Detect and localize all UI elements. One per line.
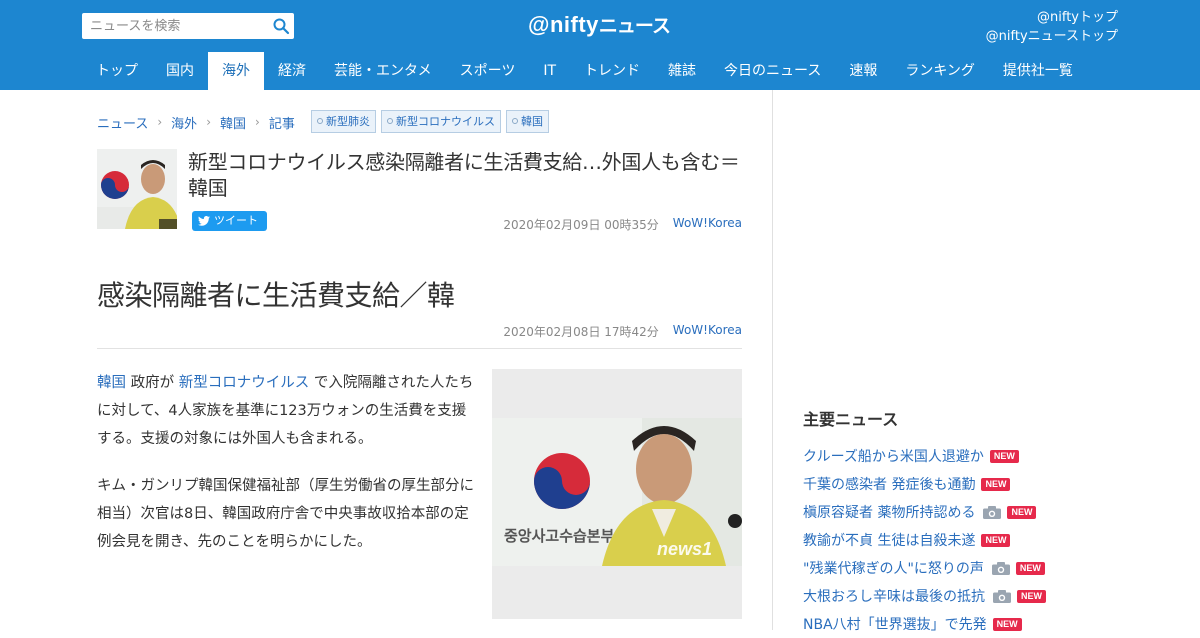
nifty-top-link[interactable]: @niftyトップ: [986, 8, 1118, 27]
news-item-title: NBA八村「世界選抜」で先発: [803, 617, 987, 633]
article-meta: 2020年02月09日 00時35分 WoW!Korea: [503, 216, 742, 233]
logo-kana: ニュース: [598, 15, 671, 37]
breadcrumb-news[interactable]: ニュース: [97, 113, 148, 132]
paragraph-2: キム・ガンリプ韓国保健福祉部（厚生労働省の厚生部分に相当）次官は8日、韓国政府庁…: [97, 478, 474, 550]
tab-ranking[interactable]: ランキング: [891, 52, 989, 90]
article-source[interactable]: WoW!Korea: [673, 216, 742, 233]
news-item-title: クルーズ船から米国人退避か: [803, 449, 984, 465]
twitter-bird-icon: [198, 216, 210, 226]
news-item-title: 大根おろし辛味は最後の抵抗: [803, 589, 985, 605]
korea-link[interactable]: 韓国: [97, 375, 126, 391]
top-links: @niftyトップ @niftyニューストップ: [986, 8, 1118, 46]
main-nav: トップ 国内 海外 経済 芸能・エンタメ スポーツ IT トレンド 雑誌 今日の…: [82, 52, 1087, 90]
headline-source[interactable]: WoW!Korea: [673, 323, 742, 340]
tab-top[interactable]: トップ: [82, 52, 152, 90]
camera-icon: [991, 561, 1010, 575]
divider: [97, 348, 742, 349]
sidebar-heading: 主要ニュース: [803, 410, 899, 429]
news-item-title: 千葉の感染者 発症後も通勤: [803, 477, 976, 493]
news-item-title: "残業代稼ぎの人"に怒りの声: [803, 561, 984, 577]
logo-at: @nifty: [528, 12, 599, 37]
headline-meta: 2020年02月08日 17時42分 WoW!Korea: [503, 323, 742, 340]
tag-coronavirus[interactable]: 新型コロナウイルス: [381, 110, 501, 133]
chevron-right-icon: ›: [206, 115, 211, 129]
search-input[interactable]: [82, 13, 268, 39]
thumbnail-image: [97, 149, 177, 229]
article-thumbnail[interactable]: [97, 149, 177, 229]
tag-label: 新型肺炎: [326, 115, 370, 128]
new-badge: NEW: [1015, 561, 1045, 575]
news-item[interactable]: クルーズ船から米国人退避か NEW: [803, 442, 1123, 470]
news-item[interactable]: 千葉の感染者 発症後も通勤 NEW: [803, 470, 1123, 498]
tag-list: 新型肺炎 新型コロナウイルス 韓国: [311, 110, 554, 133]
coronavirus-link[interactable]: 新型コロナウイルス: [179, 375, 310, 391]
tag-dot-icon: [317, 118, 323, 124]
site-header: @niftyニュース @niftyトップ @niftyニューストップ トップ 国…: [0, 0, 1200, 90]
news-item-title: 槇原容疑者 薬物所持認める: [803, 505, 976, 521]
column-divider: [772, 90, 773, 630]
tab-overseas[interactable]: 海外: [208, 52, 264, 90]
news-item[interactable]: 大根おろし辛味は最後の抵抗 NEW: [803, 582, 1123, 610]
chevron-right-icon: ›: [157, 115, 163, 129]
article-title[interactable]: 新型コロナウイルス感染隔離者に生活費支給…外国人も含む＝韓国: [188, 149, 743, 201]
tag-new-pneumonia[interactable]: 新型肺炎: [311, 110, 376, 133]
headline-date: 2020年02月08日 17時42分: [503, 325, 659, 339]
new-badge: NEW: [1017, 589, 1046, 603]
paragraph-1: 韓国 政府が 新型コロナウイルス で入院隔離された人たちに対して、4人家族を基準…: [97, 369, 477, 453]
tab-breaking[interactable]: 速報: [835, 52, 891, 90]
nifty-news-top-link[interactable]: @niftyニューストップ: [986, 27, 1118, 46]
article-main: ニュース › 海外 › 韓国 › 記事 新型肺炎 新型コロナウイルス 韓国 新型…: [97, 90, 742, 630]
tab-entertainment[interactable]: 芸能・エンタメ: [320, 52, 446, 90]
tab-magazine[interactable]: 雑誌: [654, 52, 710, 90]
tab-providers[interactable]: 提供社一覧: [989, 52, 1087, 90]
new-badge: NEW: [992, 617, 1022, 631]
photo-image: 중앙사고수습본부 news1: [492, 369, 742, 619]
photo-watermark: news1: [657, 539, 712, 559]
tweet-label: ツイート: [214, 214, 258, 227]
tab-it[interactable]: IT: [529, 52, 570, 90]
breadcrumb-korea[interactable]: 韓国: [220, 113, 246, 132]
chevron-right-icon: ›: [255, 115, 260, 129]
photo-sign-text: 중앙사고수습본부: [504, 527, 615, 545]
site-logo[interactable]: @niftyニュース: [528, 11, 671, 41]
news-item[interactable]: "残業代稼ぎの人"に怒りの声 NEW: [803, 554, 1123, 582]
article-date: 2020年02月09日 00時35分: [503, 218, 659, 232]
tag-dot-icon: [512, 118, 518, 124]
tweet-button[interactable]: ツイート: [192, 211, 267, 231]
tab-economy[interactable]: 経済: [264, 52, 320, 90]
search-icon[interactable]: [272, 17, 290, 35]
camera-icon: [983, 505, 1002, 519]
article-headline: 感染隔離者に生活費支給／韓: [97, 279, 455, 312]
tab-trend[interactable]: トレンド: [570, 52, 654, 90]
tag-dot-icon: [387, 118, 393, 124]
breadcrumb-article[interactable]: 記事: [269, 113, 295, 132]
sidebar-top-news: 主要ニュース クルーズ船から米国人退避か NEW 千葉の感染者 発症後も通勤 N…: [803, 406, 1123, 638]
new-badge: NEW: [989, 449, 1019, 463]
news-item[interactable]: 槇原容疑者 薬物所持認める NEW: [803, 498, 1123, 526]
article-photo[interactable]: 중앙사고수습본부 news1: [492, 369, 742, 619]
news-item-title: 教諭が不貞 生徒は自殺未遂: [803, 533, 976, 549]
new-badge: NEW: [1007, 505, 1037, 519]
tag-label: 韓国: [521, 115, 543, 128]
new-badge: NEW: [981, 477, 1011, 491]
news-item[interactable]: NBA八村「世界選抜」で先発 NEW: [803, 610, 1123, 638]
tag-label: 新型コロナウイルス: [396, 115, 495, 128]
camera-icon: [993, 589, 1011, 603]
tab-todays-news[interactable]: 今日のニュース: [710, 52, 835, 90]
breadcrumb-overseas[interactable]: 海外: [171, 113, 197, 132]
article-body: 韓国 政府が 新型コロナウイルス で入院隔離された人たちに対して、4人家族を基準…: [97, 369, 477, 575]
breadcrumb: ニュース › 海外 › 韓国 › 記事: [97, 111, 295, 133]
news-item[interactable]: 教諭が不貞 生徒は自殺未遂 NEW: [803, 526, 1123, 554]
tab-sports[interactable]: スポーツ: [446, 52, 530, 90]
tag-korea[interactable]: 韓国: [506, 110, 549, 133]
paragraph-text: 政府が: [126, 375, 179, 391]
tab-domestic[interactable]: 国内: [152, 52, 208, 90]
new-badge: NEW: [981, 533, 1011, 547]
search-box: [82, 13, 294, 39]
